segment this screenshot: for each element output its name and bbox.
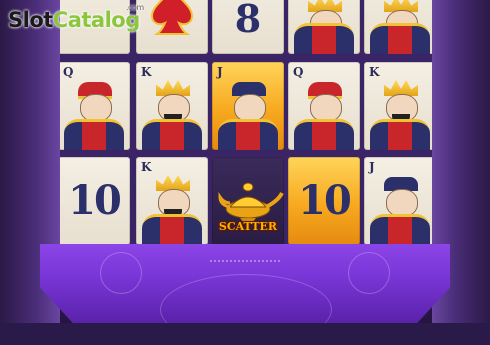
robe-icon [294, 119, 354, 150]
card-rank: K [369, 65, 380, 79]
robe-icon [142, 214, 202, 245]
reel-cell-3-3: SCATTER [212, 157, 284, 245]
ornament-circle-icon [100, 252, 142, 294]
ornament-arc-icon [160, 274, 332, 323]
robe-icon [64, 119, 124, 150]
robe-icon [370, 119, 430, 150]
robe-icon [142, 119, 202, 150]
ornament-circle-icon [348, 252, 390, 294]
reel-cell-3-4: 10 [288, 157, 360, 245]
frame-bottom-panel [40, 244, 450, 323]
card-rank-8: 8 [234, 0, 262, 41]
reel-cell-1-2 [136, 0, 208, 54]
card-rank: J [217, 65, 223, 79]
watermark-brand-part1: Slot [8, 8, 53, 32]
reel-cell-3-5: J [364, 157, 436, 245]
queen-face-icon [80, 94, 112, 122]
reel-cell-1-4 [288, 0, 360, 54]
reel-cell-2-5: K [364, 62, 436, 150]
reel-cell-2-2: K [136, 62, 208, 150]
reel-cell-3-2: K [136, 157, 208, 245]
reel-cell-1-3: 8 [212, 0, 284, 54]
card-rank: K [141, 160, 152, 174]
reel-cell-3-1: 10 [58, 157, 130, 245]
robe-icon [370, 23, 430, 54]
watermark-suffix: .com [126, 3, 144, 12]
scatter-label: SCATTER [218, 220, 278, 233]
card-rank: Q [63, 65, 74, 79]
queen-face-icon [310, 94, 342, 122]
watermark-logo: SlotCatalog .com [8, 3, 144, 32]
reel-cell-2-3: J [212, 62, 284, 150]
reel-cell-2-1: Q [58, 62, 130, 150]
robe-icon [294, 23, 354, 54]
card-rank-10: 10 [68, 177, 122, 224]
reel-cell-1-5 [364, 0, 436, 54]
jack-face-icon [234, 94, 266, 122]
ornament-dots-icon [210, 260, 280, 266]
robe-icon [218, 119, 278, 150]
card-rank-10: 10 [298, 177, 352, 224]
card-rank: J [369, 160, 375, 174]
card-rank: Q [293, 65, 304, 79]
card-rank: K [141, 65, 152, 79]
robe-icon [370, 214, 430, 245]
reel-cell-2-4: Q [288, 62, 360, 150]
spade-icon [150, 0, 194, 35]
jack-face-icon [386, 189, 418, 217]
